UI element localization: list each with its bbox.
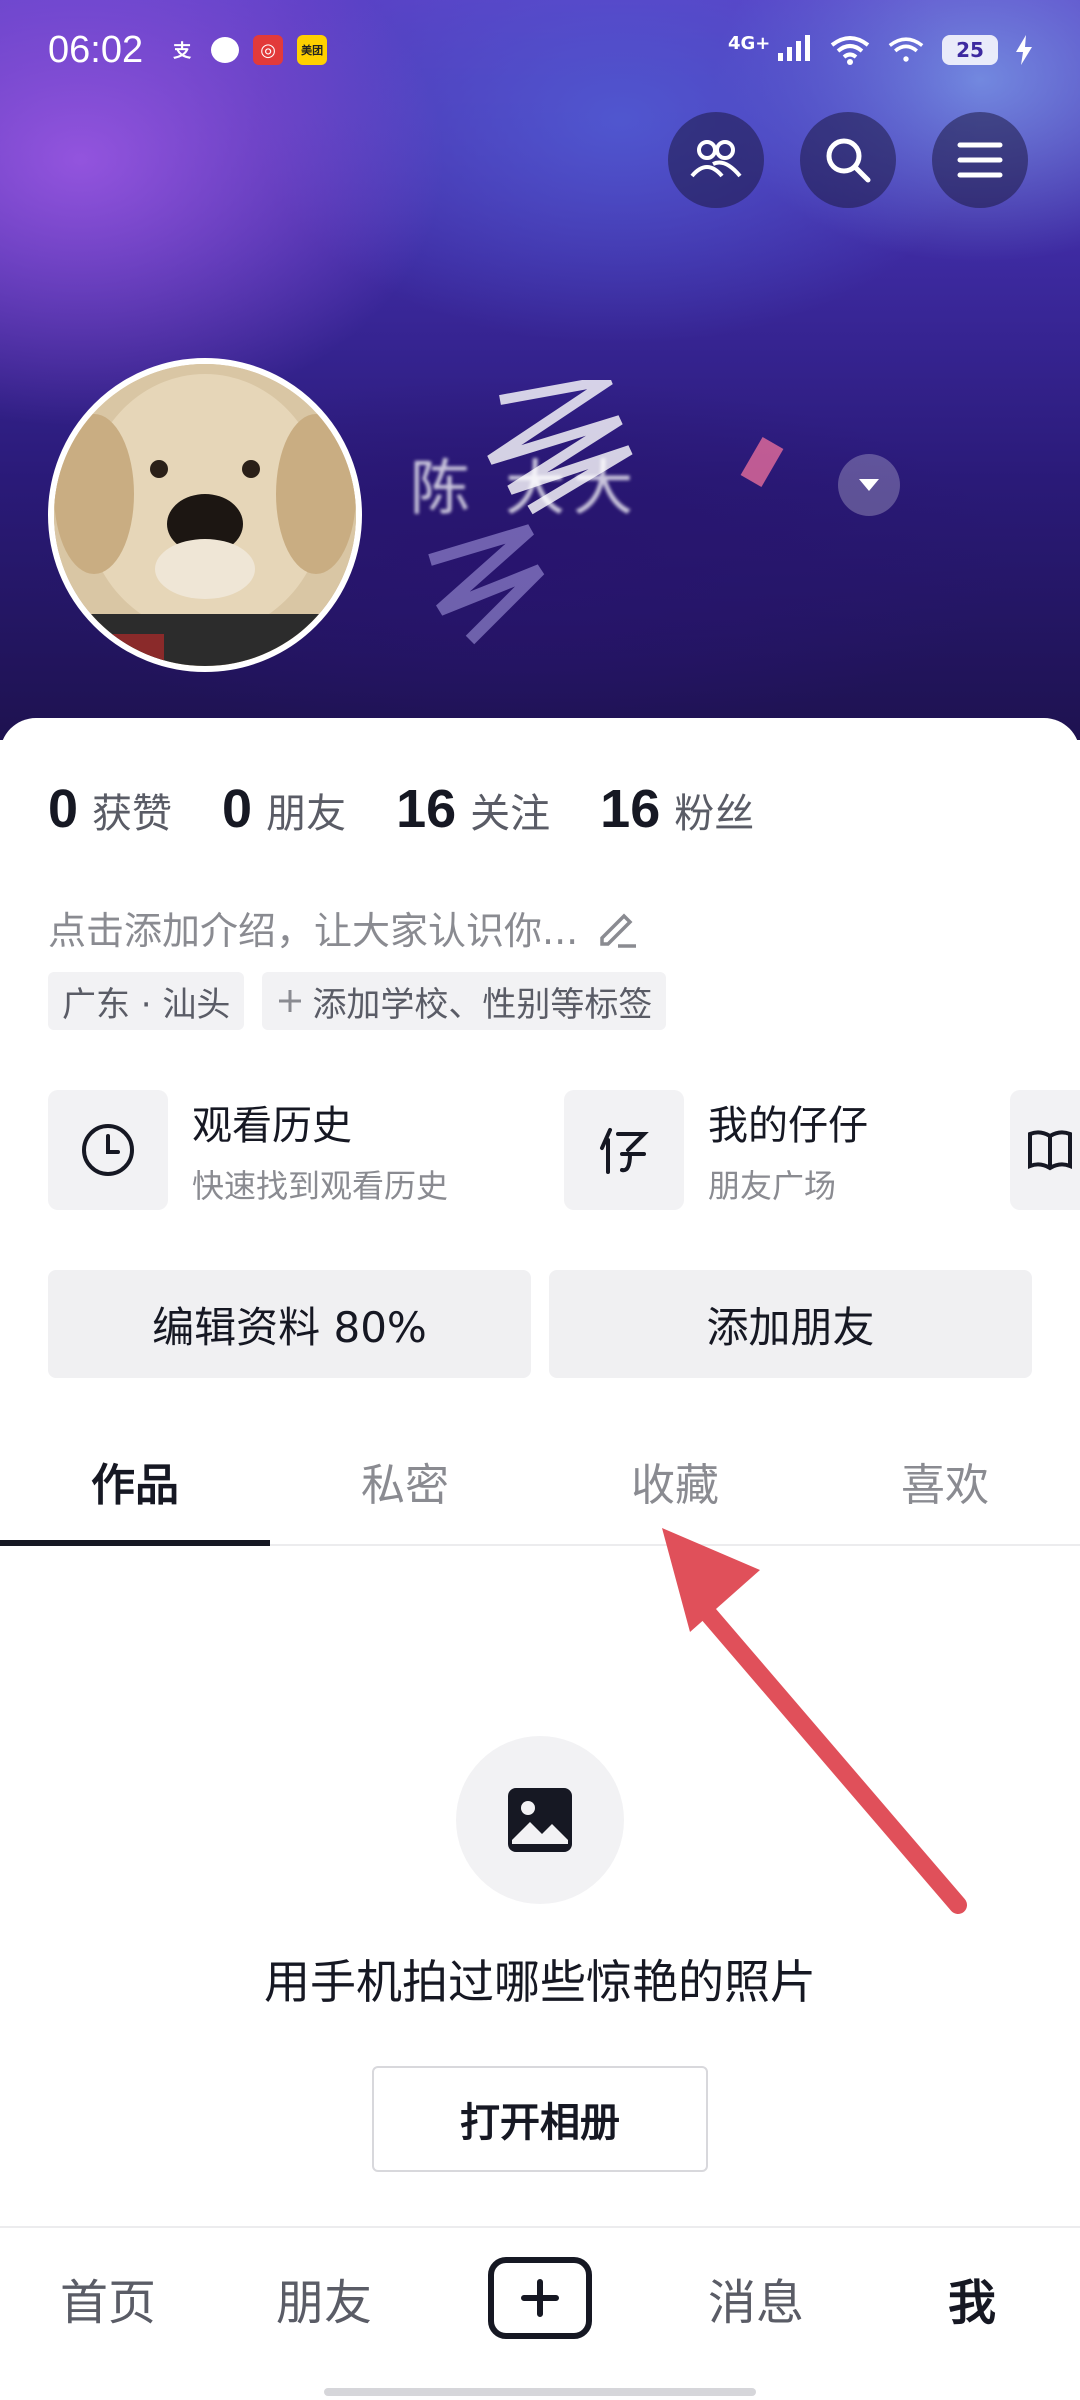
nav-friends[interactable]: 朋友 (216, 2263, 432, 2333)
account-switch-button[interactable] (838, 454, 900, 516)
chevron-down-icon (859, 479, 879, 491)
status-time: 06:02 (48, 28, 144, 71)
signal-icon: 4G+ (728, 33, 812, 67)
shortcut-title: 我的仔仔 (708, 1103, 868, 1149)
profile-banner: 06:02 支 ◎ 美团 4G+ 25 陈 大大 (0, 0, 1080, 740)
add-tags-text: 添加学校、性别等标签 (312, 984, 653, 1025)
alipay-icon: 支 (173, 41, 192, 62)
home-indicator[interactable] (324, 2388, 756, 2396)
tab-works[interactable]: 作品 (0, 1418, 270, 1546)
edit-pencil-icon (600, 913, 637, 948)
shortcut-more-partial[interactable] (1010, 1090, 1080, 1210)
tab-likes[interactable]: 喜欢 (810, 1418, 1080, 1544)
menu-icon (957, 142, 1003, 178)
menu-button[interactable] (932, 112, 1028, 208)
people-icon (690, 140, 742, 178)
location-tag[interactable]: 广东 · 汕头 (48, 972, 245, 1030)
stat-label: 关注 (470, 791, 551, 837)
shortcut-subtitle: 快速找到观看历史 (192, 1167, 449, 1205)
message-icon (211, 37, 240, 63)
stat-label: 朋友 (266, 791, 347, 837)
plus-icon (521, 2279, 559, 2317)
stat-number: 0 (222, 779, 253, 839)
battery-icon: 25 (942, 35, 998, 65)
shortcut-text: 我的仔仔 朋友广场 (708, 1093, 868, 1207)
plus-icon (279, 990, 302, 1012)
empty-state-message: 用手机拍过哪些惊艳的照片 (264, 1955, 816, 2009)
add-tags-button[interactable]: 添加学校、性别等标签 (262, 972, 667, 1030)
profile-stats: 0 获赞 0 朋友 16 关注 16 粉丝 (48, 778, 754, 840)
content-tabs: 作品 私密 收藏 喜欢 (0, 1418, 1080, 1546)
stat-number: 16 (396, 779, 457, 839)
image-icon (508, 1788, 572, 1852)
shortcut-my-zaizai[interactable]: 我的仔仔 朋友广场 (564, 1090, 1080, 1210)
friends-circle-button[interactable] (668, 112, 764, 208)
status-indicators: 4G+ 25 (728, 33, 1032, 67)
nav-messages[interactable]: 消息 (648, 2263, 864, 2333)
nickname: 陈 大大 (410, 454, 642, 524)
shortcut-subtitle: 朋友广场 (708, 1167, 837, 1205)
shortcut-row: 观看历史 快速找到观看历史 我的仔仔 朋友广场 (48, 1090, 1080, 1210)
stat-followers[interactable]: 16 粉丝 (600, 778, 754, 840)
nav-me[interactable]: 我 (864, 2263, 1080, 2333)
nav-home[interactable]: 首页 (0, 2263, 216, 2333)
stat-likes[interactable]: 0 获赞 (48, 778, 172, 840)
zaizai-icon (600, 1128, 649, 1174)
bottom-nav: 首页 朋友 消息 我 (0, 2226, 1080, 2400)
bio-text: 点击添加介绍，让大家认识你... (48, 909, 579, 953)
dog-avatar-image (54, 364, 356, 666)
tab-favorites[interactable]: 收藏 (540, 1418, 810, 1544)
top-actions (668, 112, 1028, 208)
profile-tags: 广东 · 汕头 添加学校、性别等标签 (48, 972, 667, 1030)
shortcut-title: 观看历史 (192, 1103, 352, 1149)
bio-prompt[interactable]: 点击添加介绍，让大家认识你... (48, 900, 640, 955)
open-album-button[interactable]: 打开相册 (372, 2066, 708, 2172)
add-friends-button[interactable]: 添加朋友 (549, 1270, 1032, 1378)
stat-label: 粉丝 (674, 791, 755, 837)
shortcut-icon-box (564, 1090, 684, 1210)
nav-create[interactable] (432, 2257, 648, 2339)
tab-private[interactable]: 私密 (270, 1418, 540, 1544)
status-app-icons: 支 ◎ 美团 (167, 35, 328, 65)
status-bar: 06:02 支 ◎ 美团 4G+ 25 (0, 0, 1080, 100)
charging-icon (1016, 35, 1032, 65)
stat-friends[interactable]: 0 朋友 (222, 778, 346, 840)
wifi-icon (830, 36, 870, 65)
stat-label: 获赞 (92, 791, 173, 837)
stat-number: 0 (48, 779, 79, 839)
search-icon (826, 138, 871, 183)
stat-number: 16 (600, 779, 661, 839)
shortcut-watch-history[interactable]: 观看历史 快速找到观看历史 (48, 1090, 564, 1210)
clock-icon (82, 1124, 134, 1176)
edit-profile-button[interactable]: 编辑资料 80% (48, 1270, 531, 1378)
meituan-icon: 美团 (297, 35, 328, 65)
profile-card: 0 获赞 0 朋友 16 关注 16 粉丝 点击添加介绍，让大家认识你... 广… (0, 718, 1080, 2228)
stat-following[interactable]: 16 关注 (396, 778, 550, 840)
bottom-nav-items: 首页 朋友 消息 我 (0, 2228, 1080, 2368)
shortcut-icon-box (48, 1090, 168, 1210)
avatar[interactable] (48, 358, 362, 672)
empty-state-icon-circle (456, 1736, 624, 1904)
book-icon (1028, 1130, 1072, 1171)
profile-actions: 编辑资料 80% 添加朋友 (48, 1270, 1032, 1378)
shortcut-text: 观看历史 快速找到观看历史 (192, 1093, 448, 1207)
create-button[interactable] (488, 2257, 592, 2339)
wifi-secondary-icon (888, 37, 924, 62)
location-text: 广东 · 汕头 (62, 984, 231, 1025)
netease-music-icon: ◎ (253, 35, 284, 65)
search-button[interactable] (800, 112, 896, 208)
